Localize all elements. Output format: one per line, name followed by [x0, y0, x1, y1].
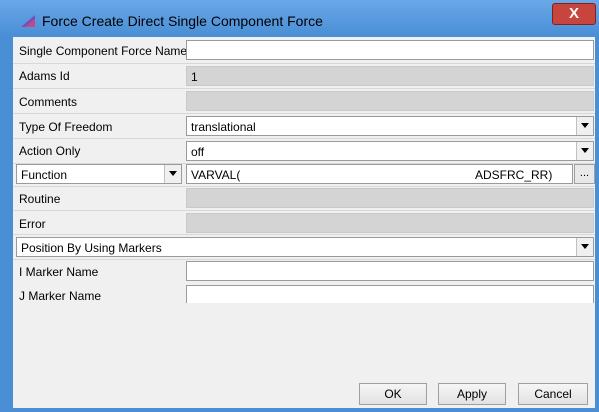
j-marker-input[interactable] [186, 285, 594, 303]
type-of-freedom-value: translational [191, 120, 256, 134]
row-divider [13, 210, 595, 211]
position-method-dropdown[interactable]: Position By Using Markers [16, 237, 594, 257]
comments-field[interactable] [186, 91, 594, 111]
dialog-body: Single Component Force Name Adams Id 1 C… [13, 37, 595, 408]
adams-app-icon [21, 15, 35, 27]
chevron-down-icon[interactable] [576, 142, 593, 160]
function-text-end: ADSFRC_RR) [475, 168, 553, 182]
error-label: Error [19, 217, 46, 231]
force-name-input[interactable] [186, 40, 594, 60]
adams-id-label: Adams Id [19, 69, 70, 83]
function-type-value: Function [21, 168, 68, 182]
function-text-start: VARVAL( [191, 168, 241, 182]
type-of-freedom-label: Type Of Freedom [19, 120, 113, 134]
type-of-freedom-dropdown[interactable]: translational [186, 116, 594, 136]
function-browse-button[interactable]: ... [574, 164, 595, 184]
i-marker-input[interactable] [186, 261, 594, 281]
title-bar[interactable]: Force Create Direct Single Component For… [0, 0, 599, 35]
row-divider [13, 186, 595, 187]
action-only-label: Action Only [19, 144, 81, 158]
routine-field[interactable] [186, 188, 594, 208]
adams-id-field: 1 [186, 66, 594, 86]
function-input[interactable]: VARVAL( ADSFRC_RR) [186, 164, 573, 184]
dialog-window: Force Create Direct Single Component For… [0, 0, 599, 412]
position-method-value: Position By Using Markers [21, 241, 162, 255]
action-only-value: off [191, 145, 205, 159]
row-divider [13, 234, 595, 235]
i-marker-label: I Marker Name [19, 265, 99, 279]
chevron-down-icon[interactable] [576, 117, 593, 135]
routine-label: Routine [19, 192, 61, 206]
row-divider [13, 113, 595, 114]
row-divider [13, 259, 595, 260]
row-divider [13, 138, 595, 139]
chevron-down-icon[interactable] [164, 165, 181, 183]
window-title: Force Create Direct Single Component For… [42, 13, 323, 29]
name-label: Single Component Force Name [19, 44, 188, 58]
row-divider [13, 88, 595, 89]
chevron-down-icon[interactable] [576, 238, 593, 256]
j-marker-label: J Marker Name [19, 289, 102, 303]
function-type-dropdown[interactable]: Function [16, 164, 182, 184]
close-button[interactable]: X [552, 3, 596, 25]
error-field[interactable] [186, 213, 594, 233]
action-only-dropdown[interactable]: off [186, 141, 594, 161]
apply-button[interactable]: Apply [438, 383, 506, 405]
row-divider [13, 63, 595, 64]
ok-button[interactable]: OK [359, 383, 427, 405]
comments-label: Comments [19, 95, 78, 109]
cancel-button[interactable]: Cancel [518, 383, 588, 405]
